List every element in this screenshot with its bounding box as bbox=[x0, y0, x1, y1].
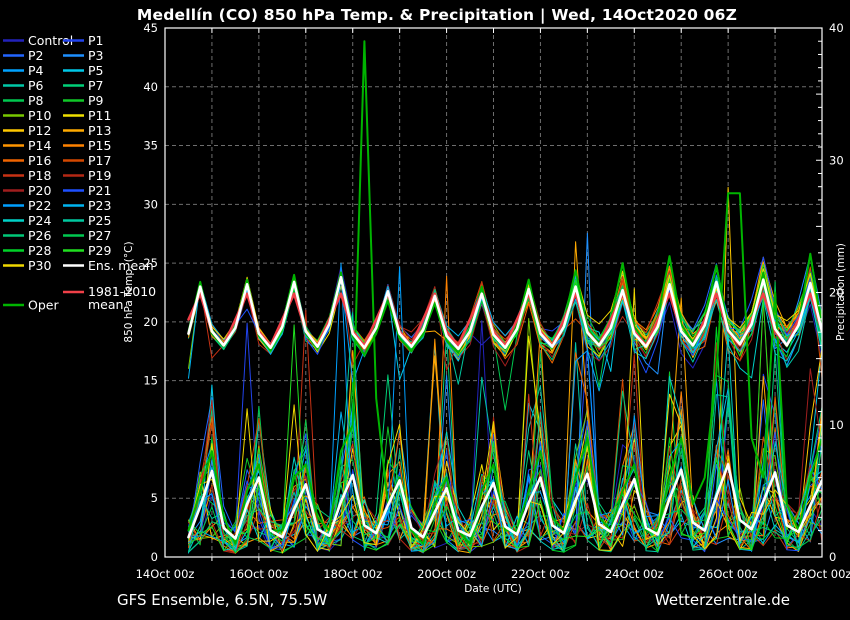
x-tick-label: 20Oct 00z bbox=[417, 567, 476, 581]
legend-label-P29: P29 bbox=[88, 243, 111, 258]
legend-label-P24: P24 bbox=[28, 213, 51, 228]
chart-title: Medellín (CO) 850 hPa Temp. & Precipitat… bbox=[137, 6, 737, 25]
legend-label-P27: P27 bbox=[88, 228, 111, 243]
y-right-tick-label: 30 bbox=[829, 153, 844, 167]
legend-label-P19: P19 bbox=[88, 168, 111, 183]
legend-label-P8: P8 bbox=[28, 93, 44, 108]
legend-label-P18: P18 bbox=[28, 168, 51, 183]
y-left-tick-label: 45 bbox=[143, 21, 158, 35]
footer-site-name: Wetterzentrale.de bbox=[655, 591, 790, 609]
legend-label-Oper: Oper bbox=[28, 298, 59, 313]
legend-label-P14: P14 bbox=[28, 138, 51, 153]
x-axis-label: Date (UTC) bbox=[464, 583, 521, 595]
legend-label-P21: P21 bbox=[88, 183, 111, 198]
y-left-tick-label: 5 bbox=[151, 491, 158, 505]
y-right-tick-label: 0 bbox=[829, 550, 836, 564]
legend-label-P5: P5 bbox=[88, 63, 104, 78]
legend-label-P12: P12 bbox=[28, 123, 51, 138]
legend-label-P25: P25 bbox=[88, 213, 111, 228]
y-right-tick-label: 20 bbox=[829, 286, 844, 300]
x-tick-label: 14Oct 00z bbox=[136, 567, 195, 581]
legend-label-P11: P11 bbox=[88, 108, 111, 123]
legend-label-P16: P16 bbox=[28, 153, 51, 168]
legend-label-P28: P28 bbox=[28, 243, 51, 258]
legend-label-P30: P30 bbox=[28, 258, 51, 273]
legend-label-P17: P17 bbox=[88, 153, 111, 168]
y-left-tick-label: 25 bbox=[143, 256, 158, 270]
x-tick-label: 22Oct 00z bbox=[511, 567, 570, 581]
legend-label-P7: P7 bbox=[88, 78, 104, 93]
legend-label-P1: P1 bbox=[88, 33, 104, 48]
y-left-tick-label: 30 bbox=[143, 197, 158, 211]
y-right-tick-label: 40 bbox=[829, 21, 844, 35]
y-left-tick-label: 20 bbox=[143, 315, 158, 329]
x-tick-label: 24Oct 00z bbox=[605, 567, 664, 581]
meteogram-chart: Medellín (CO) 850 hPa Temp. & Precipitat… bbox=[0, 0, 850, 620]
y-left-tick-label: 15 bbox=[143, 374, 158, 388]
y-left-tick-label: 35 bbox=[143, 139, 158, 153]
x-tick-label: 26Oct 00z bbox=[699, 567, 758, 581]
x-tick-label: 28Oct 00z bbox=[793, 567, 850, 581]
legend-label-P15: P15 bbox=[88, 138, 111, 153]
legend-label-P4: P4 bbox=[28, 63, 44, 78]
legend-label-P2: P2 bbox=[28, 48, 44, 63]
legend-label-P22: P22 bbox=[28, 198, 51, 213]
legend-label-P9: P9 bbox=[88, 93, 104, 108]
legend-label-P6: P6 bbox=[28, 78, 44, 93]
legend-label-P23: P23 bbox=[88, 198, 111, 213]
x-tick-label: 18Oct 00z bbox=[323, 567, 382, 581]
legend-label-1981-2010-mean: mean bbox=[88, 297, 123, 312]
x-tick-label: 16Oct 00z bbox=[229, 567, 288, 581]
legend-label-P13: P13 bbox=[88, 123, 111, 138]
legend-label-P20: P20 bbox=[28, 183, 51, 198]
legend-label-P10: P10 bbox=[28, 108, 51, 123]
legend-label-P26: P26 bbox=[28, 228, 51, 243]
legend-label-P3: P3 bbox=[88, 48, 104, 63]
y-left-tick-label: 0 bbox=[151, 550, 158, 564]
footer-model-info: GFS Ensemble, 6.5N, 75.5W bbox=[117, 591, 327, 609]
y-left-tick-label: 10 bbox=[143, 432, 158, 446]
y-left-tick-label: 40 bbox=[143, 80, 158, 94]
y-right-tick-label: 10 bbox=[829, 418, 844, 432]
